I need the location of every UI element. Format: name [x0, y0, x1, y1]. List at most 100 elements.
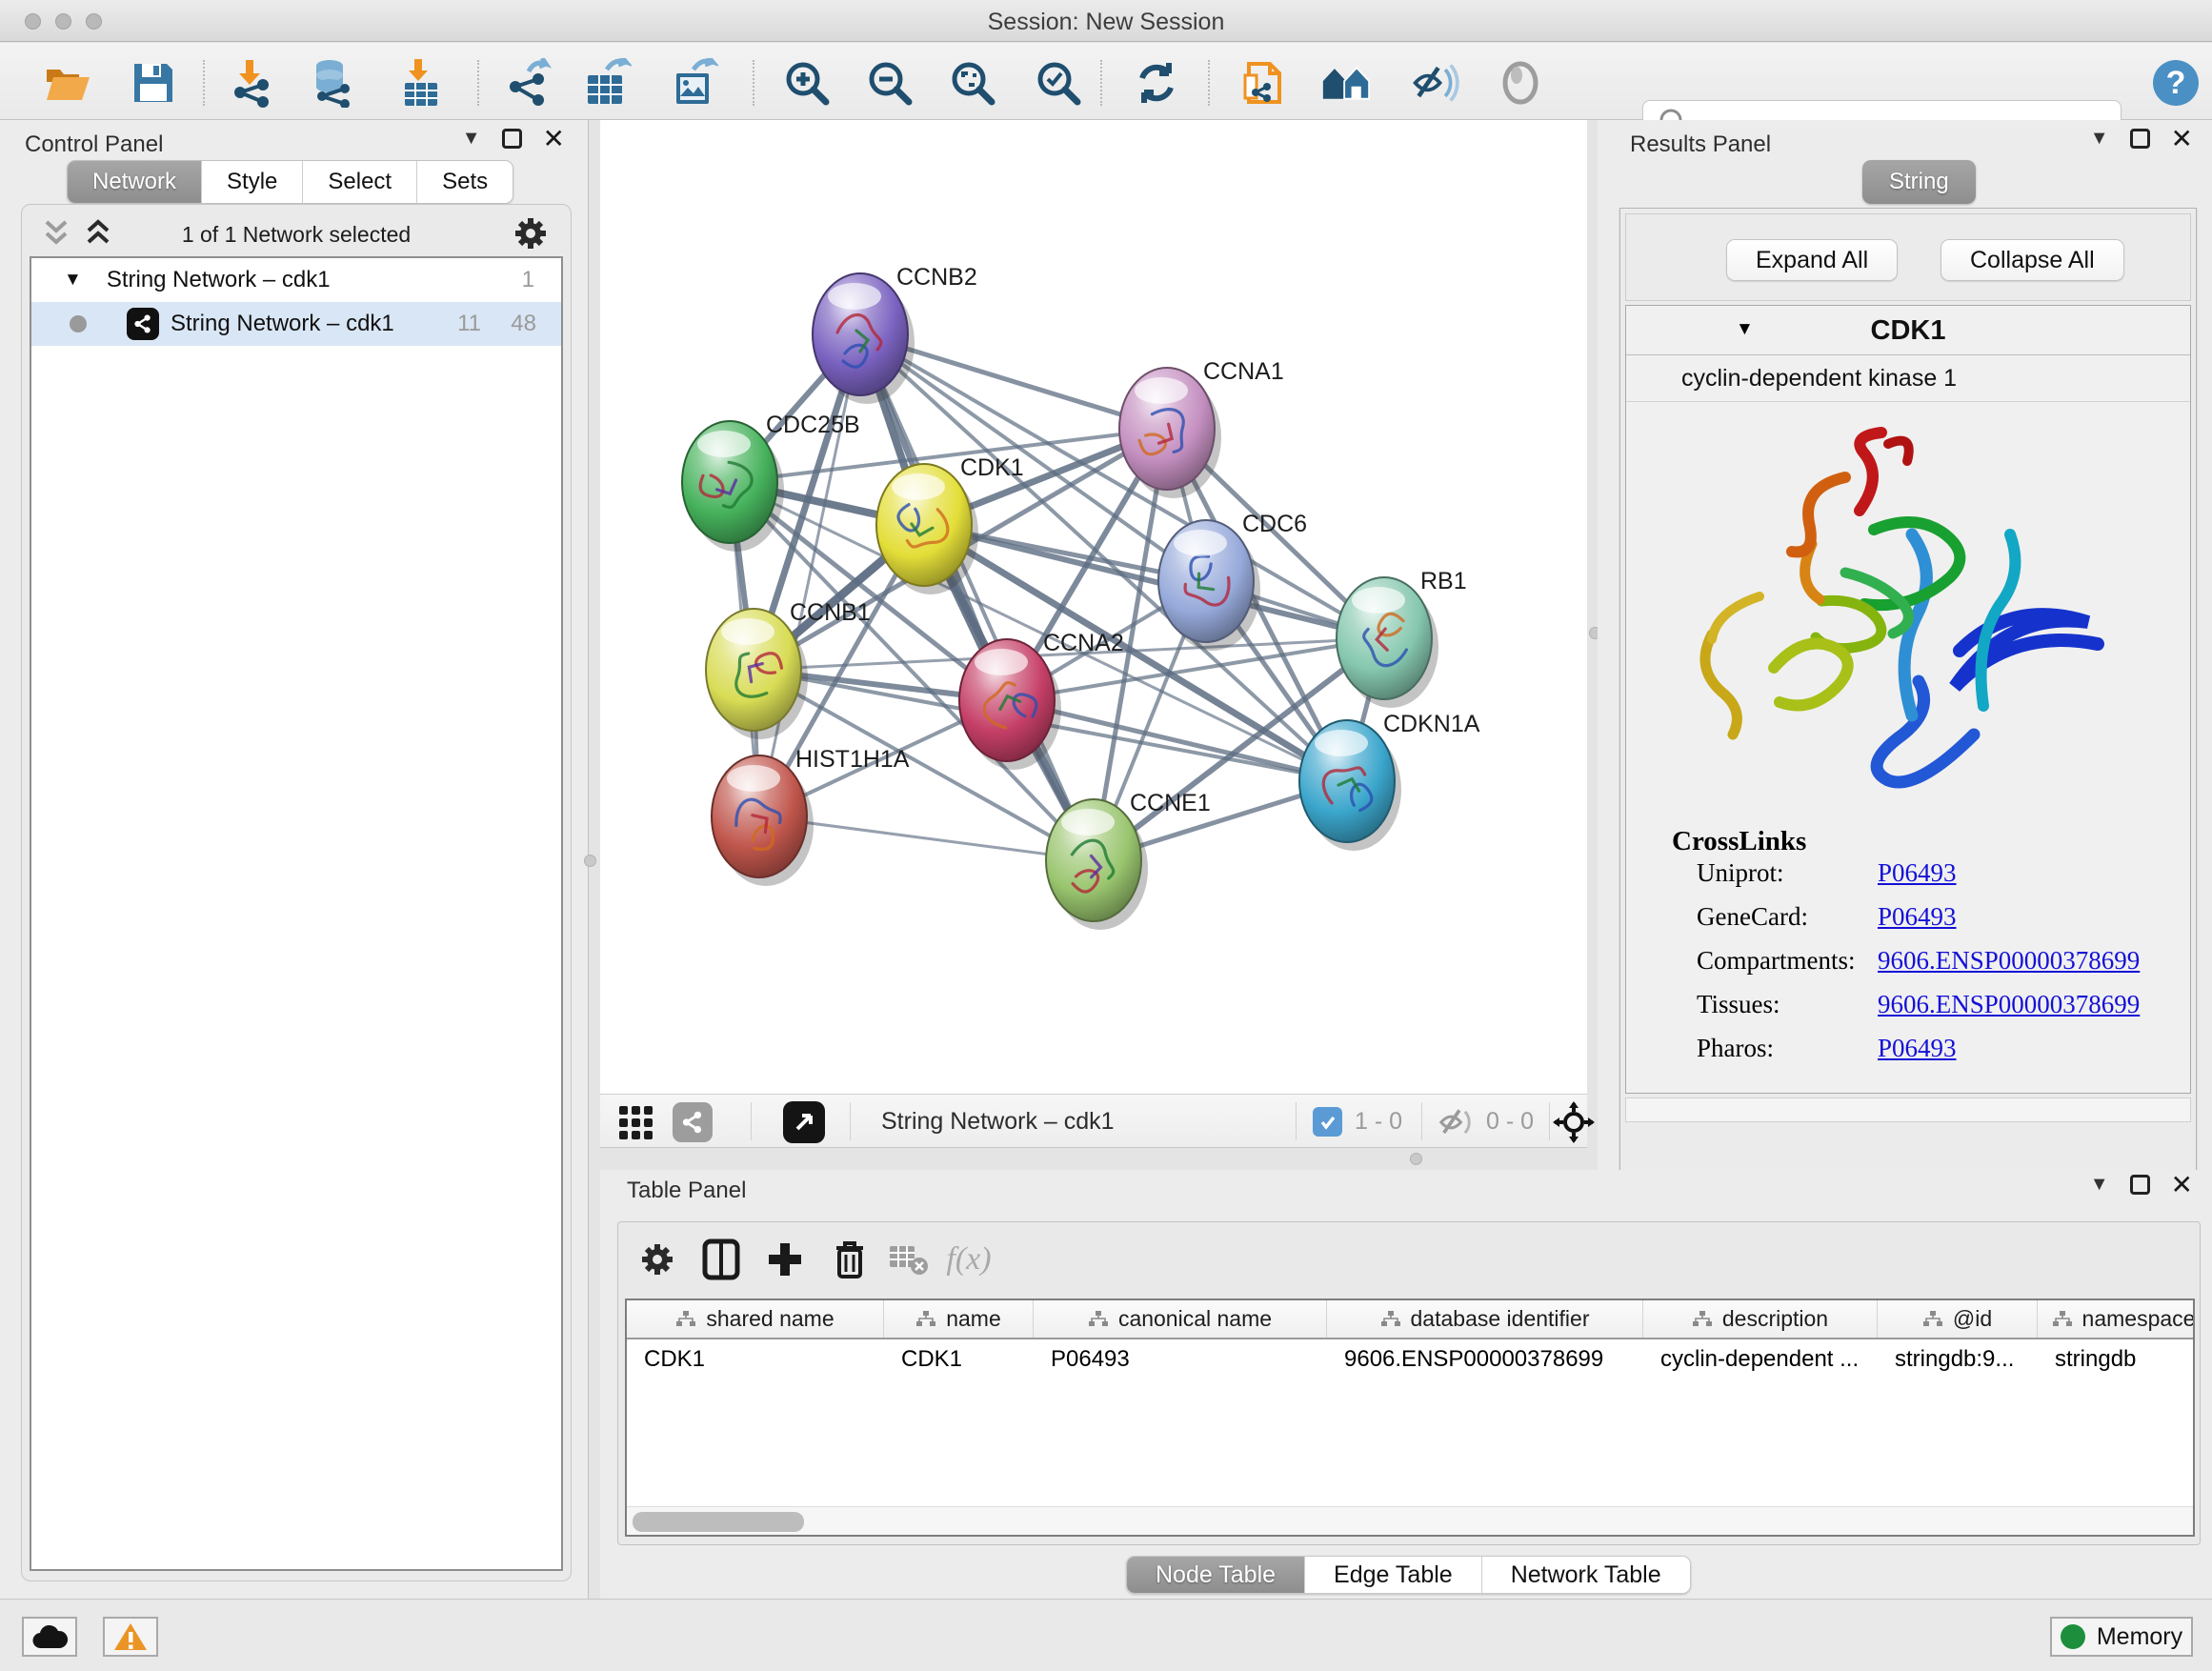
hide-selected-button[interactable] [1410, 58, 1459, 108]
zoom-selected-button[interactable] [1034, 58, 1083, 108]
memory-button[interactable]: Memory [2050, 1617, 2193, 1657]
tab-select[interactable]: Select [303, 161, 417, 203]
tab-style[interactable]: Style [202, 161, 303, 203]
panel-menu-icon[interactable]: ▼ [2090, 128, 2109, 150]
node-label-HIST1H1A: HIST1H1A [795, 746, 910, 773]
close-panel-icon[interactable]: ✕ [2171, 130, 2193, 149]
column-header-canonical-name[interactable]: canonical name [1034, 1300, 1327, 1338]
show-columns-button[interactable] [699, 1238, 743, 1281]
pane-divider-handle[interactable] [1410, 1153, 1422, 1165]
table-cell[interactable]: CDK1 [627, 1339, 884, 1379]
open-session-button[interactable] [43, 58, 92, 108]
close-panel-icon[interactable]: ✕ [2171, 1176, 2193, 1195]
node-CCNA2[interactable]: CCNA2 [959, 630, 1124, 770]
crosslink-value[interactable]: P06493 [1878, 1034, 1957, 1063]
zoom-in-button[interactable] [782, 58, 832, 108]
save-session-button[interactable] [129, 58, 178, 108]
crosslink-value[interactable]: P06493 [1878, 902, 1957, 932]
column-header-shared-name[interactable]: shared name [627, 1300, 884, 1338]
crosslink-value[interactable]: 9606.ENSP00000378699 [1878, 990, 2140, 1019]
zoom-out-button[interactable] [865, 58, 915, 108]
network-row[interactable]: String Network – cdk1 11 48 [31, 302, 561, 346]
node-table[interactable]: shared name name canonical name database… [625, 1299, 2195, 1537]
help-button[interactable]: ? [2151, 58, 2201, 108]
float-panel-icon[interactable] [2130, 1175, 2150, 1195]
function-builder-button[interactable]: f(x) [947, 1238, 991, 1281]
pane-divider-handle[interactable] [584, 855, 596, 867]
network-canvas[interactable]: CCNB2CCNA1CDC25BCDK1CDC6RB1CCNB1CCNA2CDK… [600, 120, 1587, 1094]
columns-icon [702, 1238, 740, 1280]
export-network-button[interactable] [503, 58, 553, 108]
table-cell[interactable]: 9606.ENSP00000378699 [1327, 1339, 1643, 1379]
tab-node-table[interactable]: Node Table [1127, 1557, 1305, 1593]
export-web-page-button[interactable] [1241, 58, 1291, 108]
node-CCNA1[interactable]: CCNA1 [1119, 358, 1284, 498]
float-panel-icon[interactable] [502, 129, 522, 149]
hidden-eye-slash-icon [1437, 1106, 1477, 1138]
table-row[interactable]: CDK1CDK1P064939606.ENSP00000378699cyclin… [627, 1339, 2193, 1379]
node-CCNE1[interactable]: CCNE1 [1046, 790, 1211, 930]
node-HIST1H1A[interactable]: HIST1H1A [712, 746, 910, 886]
table-settings-button[interactable] [635, 1238, 679, 1281]
refresh-view-button[interactable] [1132, 58, 1181, 108]
network-collection-row[interactable]: ▼ String Network – cdk1 1 [31, 258, 561, 302]
zoom-fit-button[interactable] [948, 58, 997, 108]
gene-card-header[interactable]: ▼ CDK1 [1626, 306, 2190, 355]
column-header-name[interactable]: name [884, 1300, 1034, 1338]
close-panel-icon[interactable]: ✕ [543, 130, 565, 149]
selected-node-edge-counts: 1 - 0 [1355, 1108, 1402, 1136]
results-horizontal-scrollbar[interactable] [1625, 1097, 2191, 1122]
column-header-namespace[interactable]: namespace [2038, 1300, 2195, 1338]
node-CDKN1A[interactable]: CDKN1A [1299, 711, 1480, 851]
panel-menu-icon[interactable]: ▼ [2090, 1174, 2109, 1196]
birds-eye-icon[interactable] [1553, 1101, 1595, 1143]
node-RB1[interactable]: RB1 [1337, 568, 1467, 708]
delete-table-button[interactable] [887, 1238, 931, 1281]
tab-string[interactable]: String [1862, 160, 1976, 204]
tab-network-table[interactable]: Network Table [1482, 1557, 1690, 1593]
column-header--id[interactable]: @id [1878, 1300, 2038, 1338]
export-table-button[interactable] [583, 58, 633, 108]
import-table-button[interactable] [396, 58, 446, 108]
grid-view-icon[interactable] [617, 1104, 655, 1140]
crosslink-value[interactable]: P06493 [1878, 858, 1957, 888]
node-CCNB1[interactable]: CCNB1 [706, 599, 871, 739]
node-CDC25B[interactable]: CDC25B [682, 412, 860, 552]
add-column-button[interactable] [763, 1238, 807, 1281]
collapse-all-button[interactable]: Collapse All [1941, 239, 2124, 281]
crosslink-label: Pharos: [1697, 1034, 1774, 1062]
collection-expander-icon[interactable]: ▼ [64, 270, 82, 291]
scrollbar-thumb[interactable] [633, 1512, 804, 1532]
table-horizontal-scrollbar[interactable] [627, 1506, 2193, 1535]
tab-edge-table[interactable]: Edge Table [1305, 1557, 1482, 1593]
panel-menu-icon[interactable]: ▼ [462, 128, 481, 150]
table-cell[interactable]: cyclin-dependent ... [1643, 1339, 1878, 1379]
table-cell[interactable]: stringdb [2038, 1339, 2195, 1379]
crosslink-value[interactable]: 9606.ENSP00000378699 [1878, 946, 2140, 976]
table-cell[interactable]: CDK1 [884, 1339, 1034, 1379]
table-cell[interactable]: stringdb:9... [1878, 1339, 2038, 1379]
detach-view-icon[interactable] [783, 1101, 825, 1143]
warnings-button[interactable] [103, 1617, 158, 1657]
selected-checkbox-icon[interactable] [1313, 1107, 1342, 1137]
edge-CCNB2-CCNE1[interactable] [860, 334, 1094, 860]
import-network-database-button[interactable] [307, 58, 356, 108]
table-cell[interactable]: P06493 [1034, 1339, 1327, 1379]
node-CCNB2[interactable]: CCNB2 [813, 264, 977, 404]
column-header-database-identifier[interactable]: database identifier [1327, 1300, 1643, 1338]
toolbar-separator [1208, 60, 1210, 106]
cloud-status-button[interactable] [22, 1617, 77, 1657]
first-neighbors-button[interactable] [1321, 58, 1371, 108]
tab-network[interactable]: Network [68, 161, 202, 203]
tab-sets[interactable]: Sets [417, 161, 513, 203]
gear-icon[interactable] [512, 214, 550, 252]
export-image-button[interactable] [670, 58, 719, 108]
column-label: shared name [706, 1306, 834, 1332]
string-view-icon[interactable] [673, 1102, 713, 1142]
float-panel-icon[interactable] [2130, 129, 2150, 149]
expand-all-button[interactable]: Expand All [1726, 239, 1898, 281]
delete-column-button[interactable] [828, 1238, 872, 1281]
show-all-button[interactable] [1496, 58, 1545, 108]
import-network-file-button[interactable] [226, 58, 275, 108]
column-header-description[interactable]: description [1643, 1300, 1878, 1338]
